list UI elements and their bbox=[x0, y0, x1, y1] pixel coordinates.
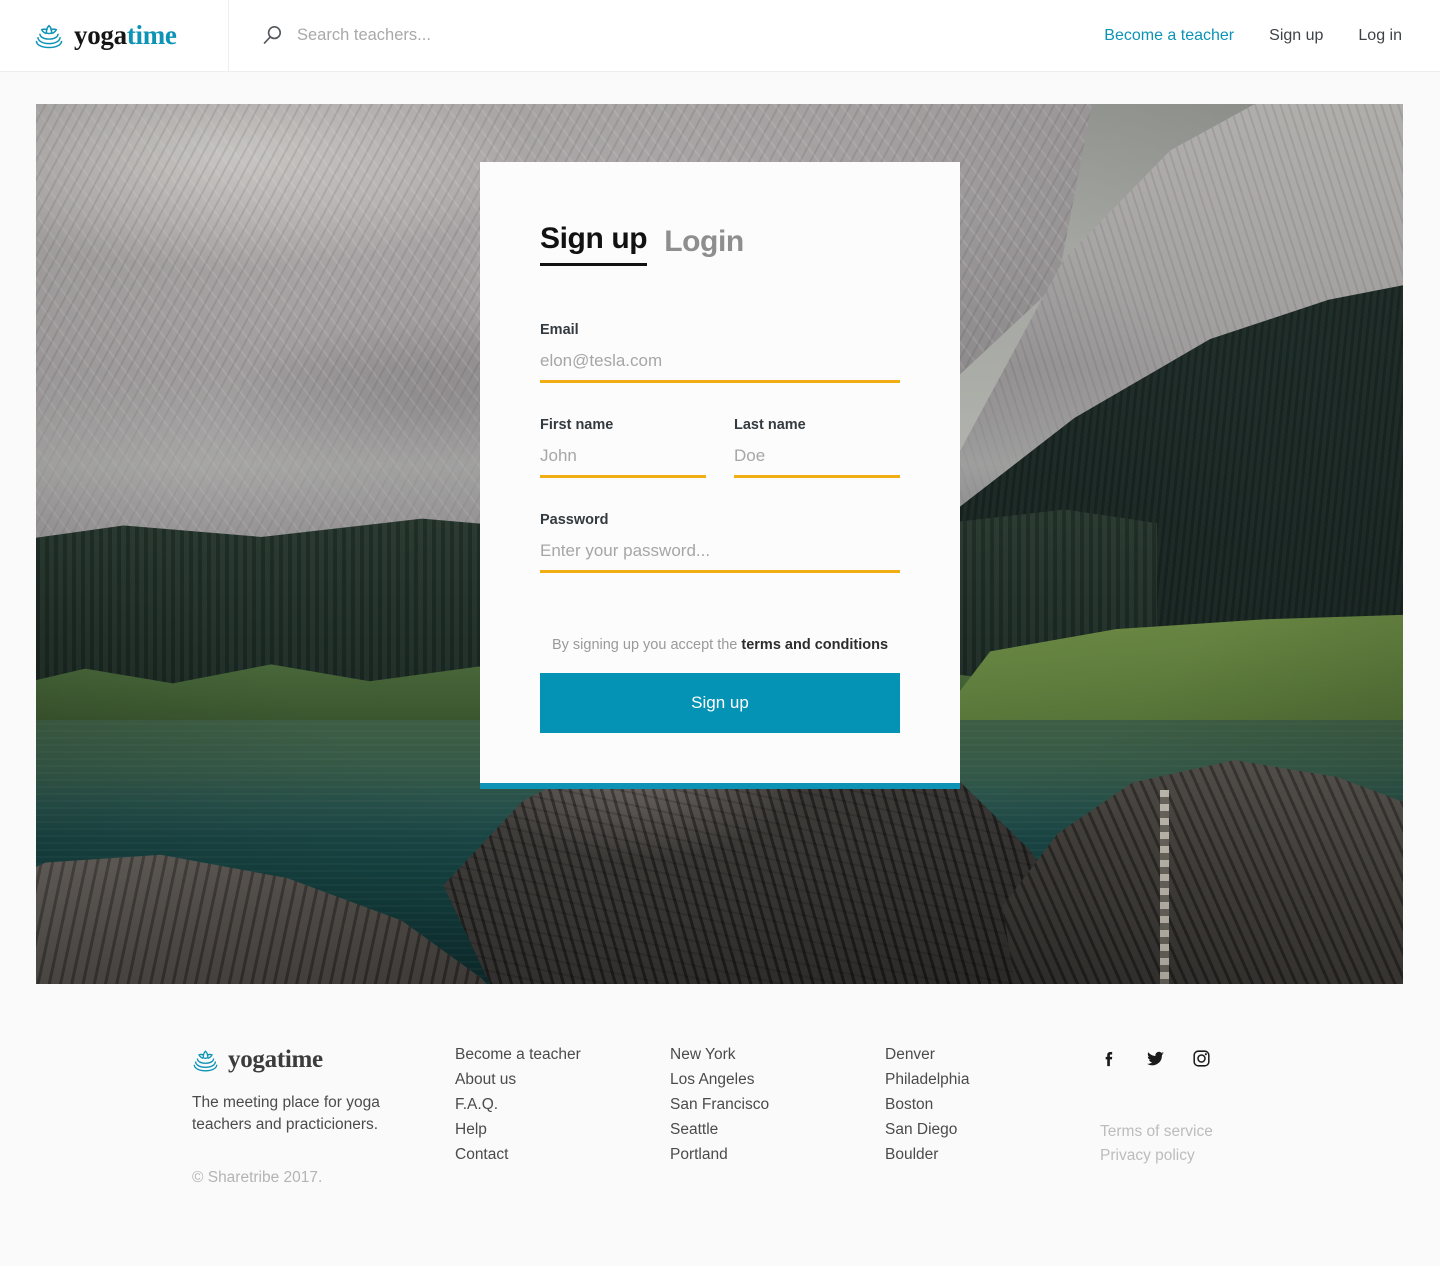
twitter-icon[interactable] bbox=[1146, 1049, 1165, 1068]
auth-card: Sign up Login Email First name Last name… bbox=[480, 162, 960, 789]
footer-link-boulder[interactable]: Boulder bbox=[885, 1146, 938, 1163]
terms-prefix: By signing up you accept the bbox=[551, 637, 742, 653]
list-item: New York bbox=[670, 1046, 885, 1064]
footer-link-faq[interactable]: F.A.Q. bbox=[455, 1096, 498, 1113]
last-name-field-group: Last name bbox=[734, 417, 900, 478]
password-label: Password bbox=[540, 512, 609, 528]
facebook-icon[interactable] bbox=[1100, 1049, 1119, 1068]
site-header: yogatime Become a teacher Sign up Log in bbox=[0, 0, 1440, 72]
footer-column-company: Become a teacher About us F.A.Q. Help Co… bbox=[455, 1046, 670, 1187]
instagram-icon[interactable] bbox=[1192, 1049, 1211, 1068]
footer-link-philadelphia[interactable]: Philadelphia bbox=[885, 1071, 969, 1088]
footer-link-contact[interactable]: Contact bbox=[455, 1146, 508, 1163]
footer-link-help[interactable]: Help bbox=[455, 1121, 487, 1138]
footer-column-cities-west: New York Los Angeles San Francisco Seatt… bbox=[670, 1046, 885, 1187]
footer-link-boston[interactable]: Boston bbox=[885, 1096, 933, 1113]
lotus-icon bbox=[193, 1049, 218, 1071]
password-field-group: Password bbox=[540, 512, 900, 573]
first-name-input[interactable] bbox=[540, 446, 706, 478]
footer-link-san-diego[interactable]: San Diego bbox=[885, 1121, 957, 1138]
terms-and-conditions-link[interactable]: terms and conditions bbox=[741, 637, 888, 653]
email-input[interactable] bbox=[540, 351, 900, 383]
logo-text-primary: yoga bbox=[74, 20, 127, 50]
password-input[interactable] bbox=[540, 541, 900, 573]
list-item: Become a teacher bbox=[455, 1046, 670, 1064]
list-item: Denver bbox=[885, 1046, 1100, 1064]
footer-tagline: The meeting place for yoga teachers and … bbox=[192, 1094, 380, 1134]
lotus-icon bbox=[35, 24, 63, 48]
list-item: Help bbox=[455, 1121, 670, 1139]
list-item: Boulder bbox=[885, 1146, 1100, 1164]
list-item: Boston bbox=[885, 1096, 1100, 1114]
footer-link-about-us[interactable]: About us bbox=[455, 1071, 516, 1088]
logo-wordmark: yogatime bbox=[74, 20, 177, 51]
nav-become-a-teacher[interactable]: Become a teacher bbox=[1104, 27, 1234, 45]
footer-link-terms-of-service[interactable]: Terms of service bbox=[1100, 1123, 1300, 1141]
email-field-group: Email bbox=[540, 322, 900, 383]
search-input[interactable] bbox=[297, 26, 817, 45]
list-item: Los Angeles bbox=[670, 1071, 885, 1089]
footer-logo-text-primary: yoga bbox=[228, 1046, 277, 1073]
logo-text-accent: time bbox=[126, 20, 177, 50]
terms-notice: By signing up you accept the terms and c… bbox=[540, 637, 900, 653]
footer-link-san-francisco[interactable]: San Francisco bbox=[670, 1096, 769, 1113]
nav-sign-up[interactable]: Sign up bbox=[1269, 27, 1323, 45]
list-item: San Francisco bbox=[670, 1096, 885, 1114]
footer-social-column: Terms of service Privacy policy bbox=[1100, 1046, 1300, 1187]
list-item: Philadelphia bbox=[885, 1071, 1100, 1089]
tab-login[interactable]: Login bbox=[664, 225, 744, 266]
last-name-input[interactable] bbox=[734, 446, 900, 478]
first-name-field-group: First name bbox=[540, 417, 706, 478]
sign-up-submit-button[interactable]: Sign up bbox=[540, 673, 900, 733]
list-item: Portland bbox=[670, 1146, 885, 1164]
social-links bbox=[1100, 1046, 1300, 1068]
footer-link-seattle[interactable]: Seattle bbox=[670, 1121, 718, 1138]
footer-logo-text-accent: time bbox=[276, 1046, 323, 1073]
email-label: Email bbox=[540, 322, 579, 338]
list-item: Seattle bbox=[670, 1121, 885, 1139]
footer-link-privacy-policy[interactable]: Privacy policy bbox=[1100, 1147, 1300, 1165]
site-footer: yogatime The meeting place for yoga teac… bbox=[0, 984, 1440, 1187]
list-item: Contact bbox=[455, 1146, 670, 1164]
list-item: San Diego bbox=[885, 1121, 1100, 1139]
footer-link-columns: Become a teacher About us F.A.Q. Help Co… bbox=[455, 1046, 1440, 1187]
footer-column-cities-east: Denver Philadelphia Boston San Diego Bou… bbox=[885, 1046, 1100, 1187]
header-nav: Become a teacher Sign up Log in bbox=[1104, 0, 1440, 71]
footer-link-new-york[interactable]: New York bbox=[670, 1046, 735, 1063]
site-logo[interactable]: yogatime bbox=[0, 0, 229, 71]
nav-log-in[interactable]: Log in bbox=[1358, 27, 1402, 45]
list-item: About us bbox=[455, 1071, 670, 1089]
tab-sign-up[interactable]: Sign up bbox=[540, 222, 648, 266]
first-name-label: First name bbox=[540, 417, 614, 433]
list-item: F.A.Q. bbox=[455, 1096, 670, 1114]
auth-tabs: Sign up Login bbox=[540, 222, 900, 266]
last-name-label: Last name bbox=[734, 417, 806, 433]
footer-link-become-a-teacher[interactable]: Become a teacher bbox=[455, 1046, 581, 1063]
footer-link-los-angeles[interactable]: Los Angeles bbox=[670, 1071, 754, 1088]
footer-logo-wordmark: yogatime bbox=[228, 1046, 323, 1074]
search-icon bbox=[263, 26, 282, 44]
footer-brand-column: yogatime The meeting place for yoga teac… bbox=[0, 1046, 455, 1187]
search-bar[interactable] bbox=[229, 0, 1104, 71]
footer-copyright: © Sharetribe 2017. bbox=[192, 1168, 323, 1186]
footer-link-portland[interactable]: Portland bbox=[670, 1146, 728, 1163]
name-row: First name Last name bbox=[540, 417, 900, 512]
footer-logo[interactable]: yogatime bbox=[192, 1046, 455, 1074]
footer-link-denver[interactable]: Denver bbox=[885, 1046, 935, 1063]
hero-image: Sign up Login Email First name Last name… bbox=[36, 104, 1403, 984]
footer-legal-links: Terms of service Privacy policy bbox=[1100, 1123, 1300, 1165]
hero-section: Sign up Login Email First name Last name… bbox=[0, 72, 1440, 984]
